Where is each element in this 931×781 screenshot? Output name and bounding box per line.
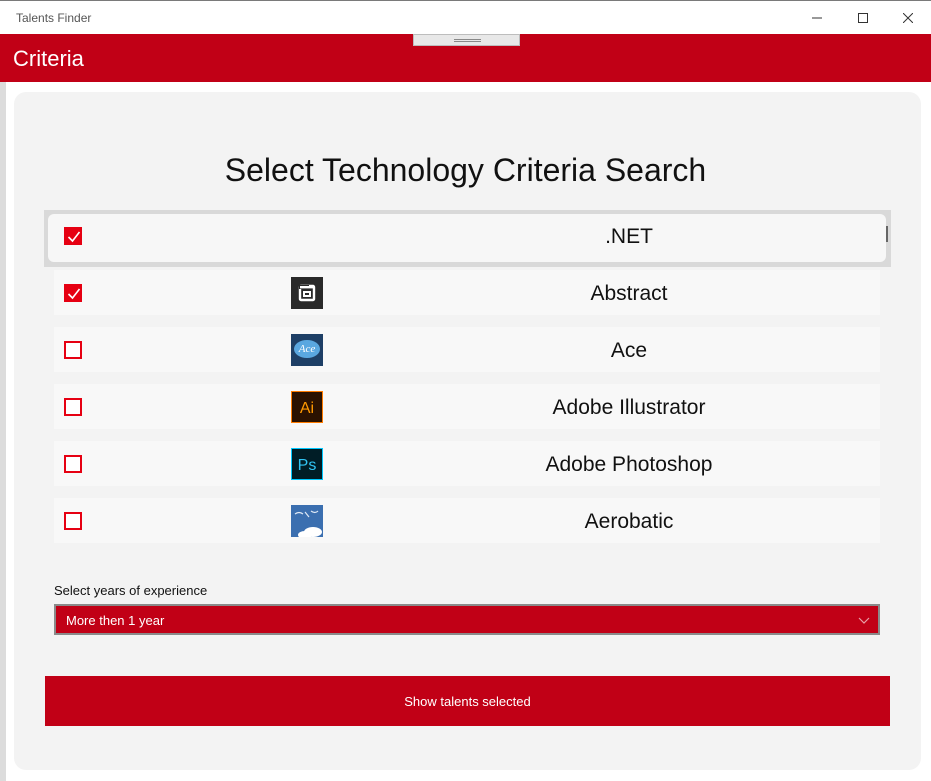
checkbox-adobe-photoshop[interactable] xyxy=(64,455,82,473)
experience-selected-value: More then 1 year xyxy=(66,613,165,628)
criteria-heading: Select Technology Criteria Search xyxy=(224,152,707,188)
ace-logo-icon: Ace xyxy=(291,334,323,366)
checkmark-icon xyxy=(67,288,81,300)
checkmark-icon xyxy=(67,231,81,243)
svg-text:Ps: Ps xyxy=(298,457,317,474)
technology-list[interactable]: .NET Abstract Ace Ace Ai Adobe Illustrat… xyxy=(44,210,891,545)
list-item-label: Adobe Illustrator xyxy=(552,396,706,419)
close-button[interactable] xyxy=(885,1,931,34)
list-item-highlight xyxy=(48,214,886,262)
abstract-logo-icon xyxy=(291,277,323,309)
experience-dropdown[interactable]: More then 1 year xyxy=(54,604,880,635)
minimize-button[interactable] xyxy=(794,1,840,34)
list-item-adobe-photoshop[interactable]: Ps Adobe Photoshop xyxy=(54,441,880,486)
checkbox-abstract[interactable] xyxy=(64,284,82,302)
maximize-button[interactable] xyxy=(840,1,886,34)
aerobatic-logo-icon xyxy=(291,505,323,539)
list-item-abstract[interactable]: Abstract xyxy=(54,270,880,315)
chevron-down-icon xyxy=(858,617,870,624)
drag-handle[interactable] xyxy=(413,34,520,46)
svg-text:Ai: Ai xyxy=(300,400,314,417)
list-scrollbar[interactable] xyxy=(886,226,888,242)
adobe-illustrator-logo-icon: Ai xyxy=(291,391,323,423)
window-title: Talents Finder xyxy=(16,11,92,25)
svg-text:Ace: Ace xyxy=(298,343,316,355)
show-talents-button[interactable]: Show talents selected xyxy=(45,676,890,726)
window-titlebar: Talents Finder xyxy=(0,0,931,34)
list-item-label: Aerobatic xyxy=(584,510,674,533)
checkbox-dotnet[interactable] xyxy=(64,227,82,245)
list-item-label: Adobe Photoshop xyxy=(545,453,713,476)
maximize-icon xyxy=(858,12,868,23)
list-item-ace[interactable]: Ace Ace xyxy=(54,327,880,372)
list-item-label: Abstract xyxy=(590,282,668,305)
page-title: Criteria xyxy=(13,46,84,71)
list-item-dotnet[interactable]: .NET xyxy=(44,210,891,267)
experience-label: Select years of experience xyxy=(54,583,208,598)
checkbox-adobe-illustrator[interactable] xyxy=(64,398,82,416)
close-icon xyxy=(903,12,913,23)
show-talents-button-label: Show talents selected xyxy=(404,693,531,709)
checkbox-ace[interactable] xyxy=(64,341,82,359)
minimize-icon xyxy=(812,17,822,18)
list-item-label: .NET xyxy=(605,225,653,248)
checkbox-aerobatic[interactable] xyxy=(64,512,82,530)
list-item-label: Ace xyxy=(610,339,648,362)
list-item-adobe-illustrator[interactable]: Ai Adobe Illustrator xyxy=(54,384,880,429)
adobe-photoshop-logo-icon: Ps xyxy=(291,448,323,480)
list-item-aerobatic[interactable]: Aerobatic xyxy=(54,498,880,543)
